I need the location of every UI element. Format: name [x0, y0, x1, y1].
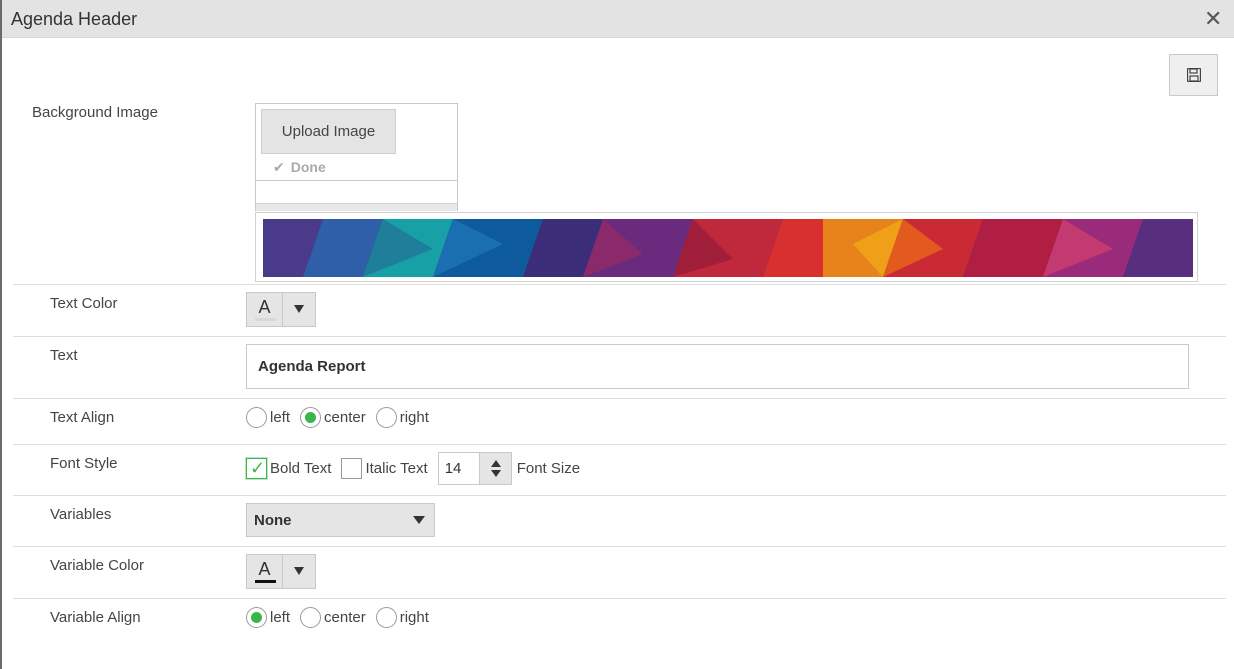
italic-text-label: Italic Text	[365, 460, 428, 477]
text-align-left-radio[interactable]	[246, 407, 267, 428]
text-align-label: Text Align	[50, 409, 115, 426]
save-button[interactable]	[1169, 54, 1218, 96]
divider	[13, 336, 1226, 337]
font-size-stepper-buttons[interactable]	[478, 453, 511, 484]
text-color-swatch	[255, 318, 276, 321]
variable-align-center-radio[interactable]	[300, 607, 322, 628]
variable-color-label: Variable Color	[50, 557, 144, 574]
dialog-titlebar: Agenda Header ✕	[2, 0, 1234, 38]
upload-progress-bar	[256, 203, 457, 211]
divider	[13, 546, 1226, 547]
variables-select[interactable]: None	[246, 503, 435, 537]
font-style-label: Font Style	[50, 455, 118, 472]
variable-color-swatch	[255, 580, 276, 583]
chevron-down-icon	[294, 567, 304, 575]
check-icon: ✔	[273, 159, 285, 175]
upload-done-label: Done	[290, 159, 326, 175]
divider	[13, 398, 1226, 399]
text-align-option-label: left	[270, 409, 291, 426]
divider	[256, 180, 457, 181]
variable-color-picker[interactable]: A	[246, 554, 316, 589]
text-input[interactable]	[246, 344, 1189, 389]
font-size-stepper[interactable]: 14	[437, 452, 512, 485]
background-image-preview	[255, 212, 1198, 282]
text-color-picker[interactable]: A	[246, 292, 316, 327]
font-style-controls: ✓ Bold Text Italic Text 14 Font Size	[246, 452, 590, 485]
dialog-title: Agenda Header	[11, 9, 138, 29]
divider	[13, 495, 1226, 496]
chevron-down-icon	[294, 305, 304, 313]
chevron-down-icon	[413, 516, 425, 524]
divider	[13, 598, 1226, 599]
chevron-up-icon[interactable]	[490, 460, 501, 467]
background-preview-image	[263, 219, 1193, 277]
upload-status: ✔ Done	[273, 159, 326, 176]
variable-align-radio-group: left center right	[246, 607, 439, 628]
text-color-glyph: A	[247, 293, 283, 326]
check-icon: ✓	[250, 458, 266, 478]
close-icon[interactable]: ✕	[1204, 8, 1222, 30]
chevron-down-icon[interactable]	[490, 470, 501, 477]
italic-text-checkbox[interactable]	[341, 458, 363, 479]
background-image-label: Background Image	[32, 104, 158, 121]
save-icon	[1187, 68, 1201, 82]
divider	[13, 444, 1226, 445]
text-align-center-radio[interactable]	[300, 407, 322, 428]
variable-align-label: Variable Align	[50, 609, 141, 626]
font-size-label: Font Size	[516, 460, 581, 477]
variable-align-option-label: left	[270, 609, 291, 626]
variable-align-left-radio[interactable]	[246, 607, 267, 628]
agenda-header-dialog: Agenda Header ✕ Background Image Upload …	[0, 0, 1234, 669]
text-align-option-label: center	[324, 409, 366, 426]
variable-align-right-radio[interactable]	[375, 607, 397, 628]
text-align-option-label: right	[399, 409, 429, 426]
variable-align-option-label: center	[324, 609, 366, 626]
variable-color-glyph: A	[247, 555, 283, 588]
bold-text-label: Bold Text	[270, 460, 332, 477]
upload-image-button[interactable]: Upload Image	[261, 109, 396, 154]
font-size-value: 14	[444, 460, 462, 477]
text-label: Text	[50, 347, 78, 364]
bold-text-checkbox[interactable]: ✓	[246, 458, 267, 479]
variable-align-option-label: right	[399, 609, 429, 626]
divider	[13, 284, 1226, 285]
variables-label: Variables	[50, 506, 112, 523]
text-align-right-radio[interactable]	[375, 407, 397, 428]
text-align-radio-group: left center right	[246, 407, 439, 428]
variables-selected-value: None	[254, 512, 292, 529]
image-upload-widget: Upload Image ✔ Done	[255, 103, 458, 211]
text-color-label: Text Color	[50, 295, 118, 312]
